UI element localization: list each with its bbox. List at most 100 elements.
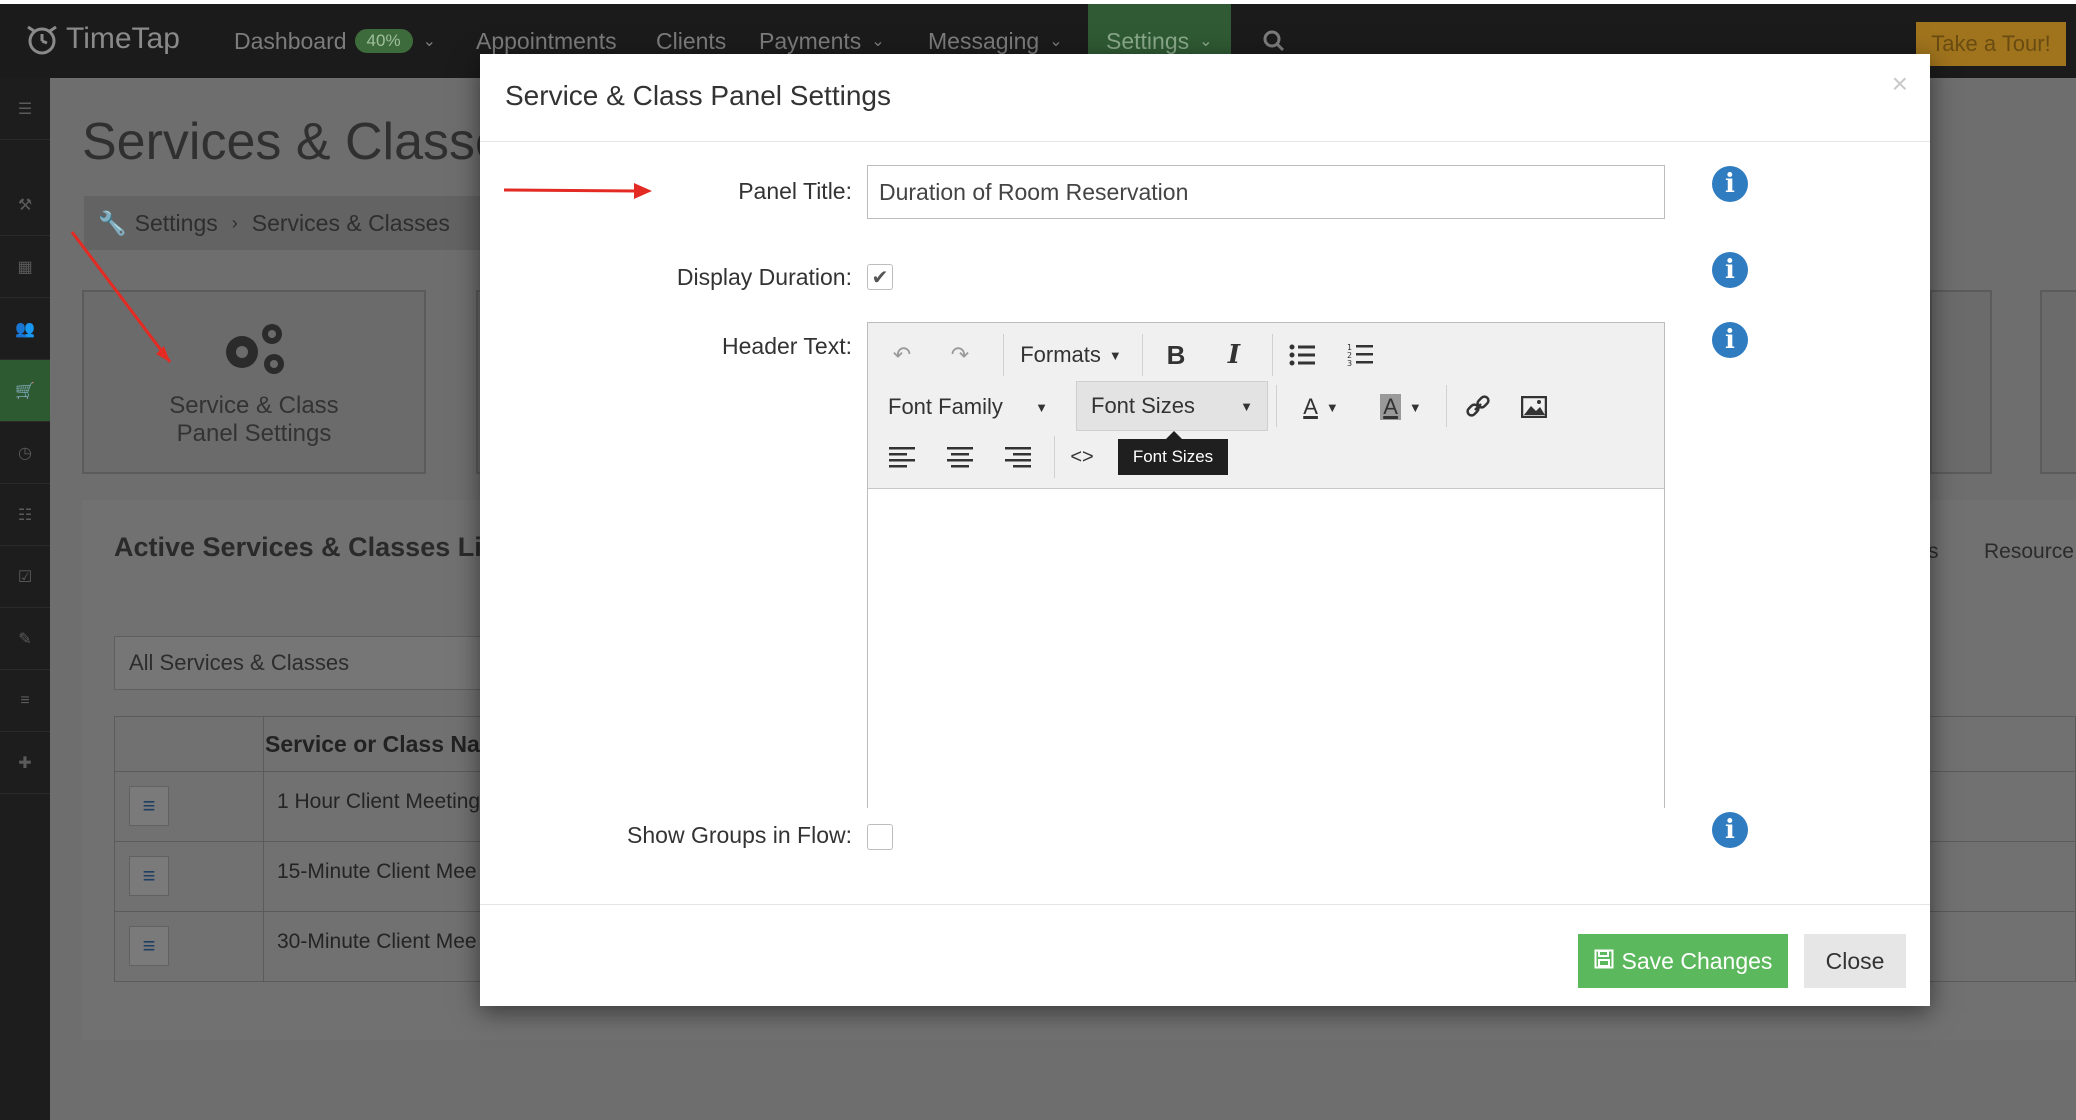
bullet-list-icon[interactable]: [1282, 333, 1322, 377]
numbered-list-icon[interactable]: 123: [1340, 333, 1380, 377]
close-button[interactable]: Close: [1804, 934, 1906, 988]
nav-settings-label: Settings: [1106, 27, 1190, 54]
show-groups-label: Show Groups in Flow:: [627, 822, 852, 848]
users-icon[interactable]: 👥: [0, 298, 50, 360]
nav-dashboard[interactable]: Dashboard 40% ⌄: [234, 4, 436, 78]
redo-icon[interactable]: ↷: [940, 333, 980, 377]
breadcrumb-settings[interactable]: Settings: [135, 210, 218, 237]
undo-icon[interactable]: ↶: [882, 333, 922, 377]
formats-label: Formats: [1020, 342, 1101, 367]
toolbar-separator: [1054, 436, 1055, 478]
clock-icon[interactable]: ◷: [0, 422, 50, 484]
hammer-icon[interactable]: ⚒: [0, 174, 50, 236]
font-sizes-dropdown[interactable]: Font Sizes ▼: [1076, 381, 1268, 431]
display-duration-label: Display Duration:: [676, 264, 852, 290]
page-title-text: Services & Classes: [82, 113, 530, 171]
save-changes-button[interactable]: Save Changes: [1578, 934, 1788, 988]
card-label-line-2: Panel Settings: [176, 420, 332, 447]
font-family-dropdown[interactable]: Font Family ▼: [874, 385, 1062, 429]
info-icon[interactable]: i: [1712, 252, 1748, 288]
caret-down-icon: ▼: [1240, 398, 1253, 414]
chevron-down-icon: ⌄: [1049, 33, 1063, 50]
service-class-panel-settings-card[interactable]: Service & Class Panel Settings: [82, 290, 426, 474]
nav-dashboard-label: Dashboard: [234, 27, 347, 54]
table-header-service-name: Service or Class Na: [265, 731, 480, 757]
formats-dropdown[interactable]: Formats ▼: [1016, 333, 1126, 377]
close-icon[interactable]: ×: [1892, 68, 1908, 100]
source-code-icon[interactable]: <>: [1062, 435, 1102, 479]
list-icon[interactable]: ☷: [0, 484, 50, 546]
row-menu-button[interactable]: ≡: [129, 786, 169, 826]
puzzle-icon[interactable]: ✚: [0, 732, 50, 794]
link-icon[interactable]: [1458, 385, 1498, 429]
service-class-panel-settings-modal: Service & Class Panel Settings × Panel T…: [480, 54, 1930, 1006]
caret-down-icon: ▼: [1325, 399, 1339, 415]
nav-appointments-label: Appointments: [476, 27, 617, 54]
left-sidebar: ☰ ⚒ ▦ 👥 🛒 ◷ ☷ ☑ ✎ ≡ ✚: [0, 78, 50, 1120]
font-sizes-tooltip: Font Sizes: [1118, 431, 1228, 475]
toolbar-separator: [1142, 334, 1143, 376]
settings-card-partial-right[interactable]: [1930, 290, 1992, 474]
building-icon[interactable]: ▦: [0, 236, 50, 298]
breadcrumb-separator: ›: [231, 212, 238, 233]
clock-logo-icon: [27, 25, 57, 55]
row-service-name: 30-Minute Client Mee: [277, 930, 477, 953]
checkbox-icon[interactable]: ☑: [0, 546, 50, 608]
modal-header: Service & Class Panel Settings ×: [480, 54, 1930, 142]
info-icon[interactable]: i: [1712, 812, 1748, 848]
menu-icon[interactable]: ☰: [0, 78, 50, 140]
tab-resources[interactable]: Resource: [1984, 540, 2074, 564]
info-icon[interactable]: i: [1712, 166, 1748, 202]
caret-down-icon: ▼: [1408, 399, 1422, 415]
align-center-icon[interactable]: [940, 435, 980, 479]
text-color-icon: A: [1303, 394, 1318, 419]
toolbar-separator: [1446, 385, 1447, 427]
font-sizes-label: Font Sizes: [1091, 393, 1195, 418]
chevron-down-icon: ⌄: [1199, 33, 1213, 50]
align-right-icon[interactable]: [998, 435, 1038, 479]
cart-icon[interactable]: 🛒: [0, 360, 50, 422]
editor-content-area[interactable]: [868, 489, 1664, 809]
wrench-icon: 🔧: [98, 209, 127, 236]
chevron-down-icon: ⌄: [871, 33, 885, 50]
italic-icon[interactable]: I: [1214, 333, 1254, 377]
services-filter-select[interactable]: All Services & Classes: [114, 636, 494, 690]
row-menu-button[interactable]: ≡: [129, 926, 169, 966]
bold-icon[interactable]: B: [1156, 333, 1196, 377]
panel-title-input[interactable]: [867, 165, 1665, 219]
toolbar-separator: [1003, 334, 1004, 376]
image-icon[interactable]: [1514, 385, 1554, 429]
align-left-icon[interactable]: [882, 435, 922, 479]
toolbar-separator: [1272, 334, 1273, 376]
card-label-line-1: Service & Class: [169, 392, 339, 419]
nav-clients-label: Clients: [656, 27, 727, 54]
info-icon[interactable]: i: [1712, 322, 1748, 358]
font-family-label: Font Family: [888, 394, 1003, 419]
nav-payments-label: Payments: [759, 27, 862, 54]
display-duration-checkbox[interactable]: ✔: [867, 264, 893, 290]
text-color-picker[interactable]: A ▼: [1288, 385, 1354, 429]
header-text-label: Header Text:: [722, 333, 852, 359]
show-groups-checkbox[interactable]: [867, 824, 893, 850]
settings-card-partial-edge[interactable]: [2040, 290, 2076, 474]
caret-down-icon: ▼: [1108, 347, 1122, 363]
list-ul-icon[interactable]: ≡: [0, 670, 50, 732]
header-text-editor: ↶ ↷ Formats ▼ B I 123 Font Family ▼ Font…: [867, 322, 1665, 809]
save-changes-label: Save Changes: [1621, 947, 1773, 974]
edit-icon[interactable]: ✎: [0, 608, 50, 670]
row-menu-button[interactable]: ≡: [129, 856, 169, 896]
gears-icon: [226, 324, 284, 374]
take-a-tour-button[interactable]: Take a Tour!: [1916, 22, 2066, 66]
logo-text: TimeTap: [66, 22, 180, 55]
background-color-icon: A: [1380, 394, 1401, 420]
nav-messaging-label: Messaging: [928, 27, 1040, 54]
toolbar-separator: [1276, 385, 1277, 427]
panel-title-arrow: [503, 183, 652, 199]
dashboard-progress-badge: 40%: [354, 29, 413, 53]
check-icon: ✔: [871, 266, 889, 289]
timetap-logo[interactable]: TimeTap: [22, 14, 180, 64]
background-color-picker[interactable]: A ▼: [1368, 385, 1434, 429]
chevron-down-icon: ⌄: [422, 33, 436, 50]
bars-icon: ≡: [142, 793, 156, 818]
breadcrumb-services[interactable]: Services & Classes: [252, 210, 450, 237]
